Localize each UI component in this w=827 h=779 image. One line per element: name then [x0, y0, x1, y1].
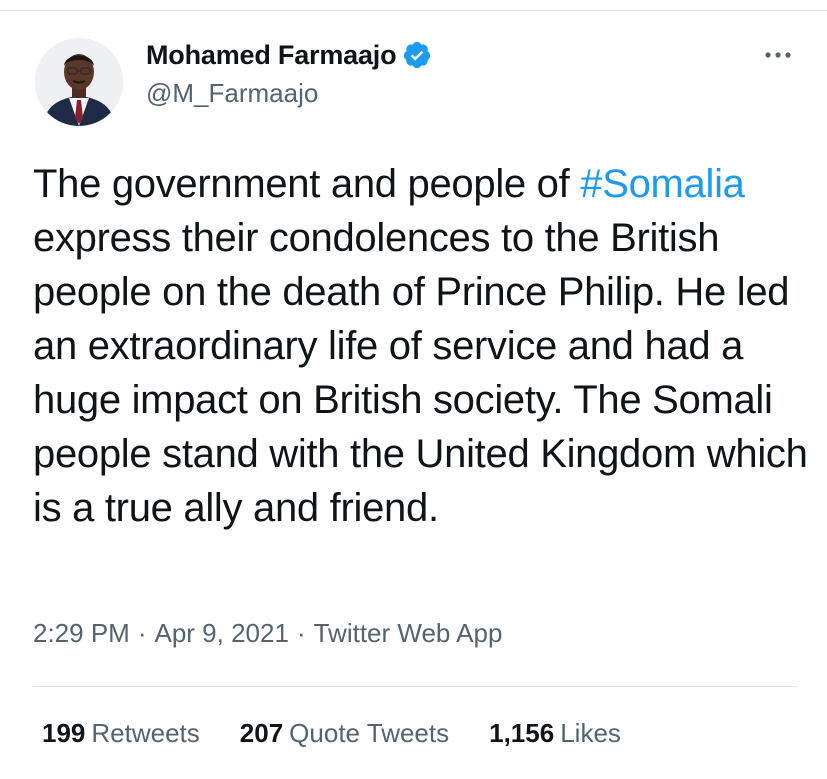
- hashtag-link[interactable]: #Somalia: [580, 162, 745, 206]
- tweet-time[interactable]: 2:29 PM: [33, 618, 130, 648]
- tweet-text-part-1: The government and people of: [33, 162, 581, 206]
- avatar-image: [35, 38, 123, 126]
- author-display-name[interactable]: Mohamed Farmaajo: [146, 40, 397, 71]
- quote-tweets-label: Quote Tweets: [289, 718, 450, 748]
- meta-separator: ·: [296, 618, 306, 648]
- more-icon[interactable]: [760, 45, 796, 65]
- tweet-stats: 199 Retweets 207 Quote Tweets 1,156 Likes: [42, 718, 661, 749]
- tweet-date[interactable]: Apr 9, 2021: [155, 618, 289, 648]
- retweets-label: Retweets: [91, 718, 200, 748]
- tweet-text: The government and people of #Somalia ex…: [33, 157, 808, 535]
- stats-divider: [33, 686, 797, 687]
- quote-tweets-count: 207: [239, 718, 284, 748]
- retweets-stat[interactable]: 199 Retweets: [42, 718, 200, 749]
- top-divider: [0, 10, 827, 11]
- tweet-source[interactable]: Twitter Web App: [314, 618, 503, 648]
- verified-badge-icon: [402, 40, 432, 70]
- quote-tweets-stat[interactable]: 207 Quote Tweets: [240, 718, 449, 749]
- author-name-row: Mohamed Farmaajo: [146, 38, 432, 72]
- avatar[interactable]: [35, 38, 123, 126]
- likes-label: Likes: [560, 718, 621, 748]
- author-handle[interactable]: @M_Farmaajo: [146, 78, 318, 109]
- likes-stat[interactable]: 1,156 Likes: [489, 718, 621, 749]
- likes-count: 1,156: [489, 718, 555, 748]
- meta-separator: ·: [137, 618, 147, 648]
- retweets-count: 199: [42, 718, 86, 748]
- tweet-text-part-2: express their condolences to the British…: [33, 216, 808, 530]
- tweet-metadata: 2:29 PM · Apr 9, 2021 · Twitter Web App: [33, 618, 502, 649]
